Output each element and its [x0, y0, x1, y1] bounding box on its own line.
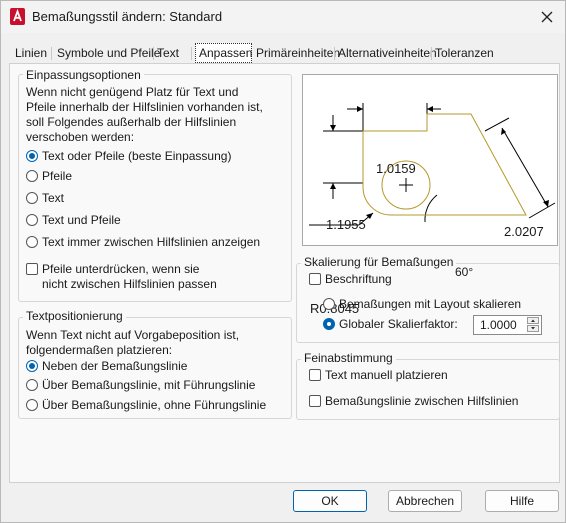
preview-dim-right: 2.0207 [504, 224, 544, 239]
radio-arrows-label: Pfeile [42, 169, 73, 183]
dimension-preview: 1.0159 1.1955 2.0207 60° R0.8045 [302, 74, 558, 316]
radio-text-between-lines-label: Text immer zwischen Hilfslinien anzeigen [42, 235, 261, 249]
tab-separator [153, 47, 154, 60]
radio-global-scale[interactable] [323, 318, 335, 330]
tab-separator [334, 47, 335, 60]
radio-arrows[interactable] [26, 170, 38, 182]
radio-text-label: Text [42, 191, 65, 205]
radio-over-with-leader[interactable] [26, 379, 38, 391]
help-button[interactable]: Hilfe [485, 490, 559, 512]
manual-text-label: Text manuell platzieren [325, 368, 448, 382]
text-placement-description-2: folgendermaßen platzieren: [26, 343, 173, 357]
dialog-window: Bemaßungsstil ändern: Standard Linien Sy… [0, 0, 566, 523]
cancel-button[interactable]: Abbrechen [388, 490, 462, 512]
radio-scale-to-layout[interactable] [323, 298, 335, 310]
draw-dim-line-checkbox[interactable] [309, 395, 321, 407]
ok-button[interactable]: OK [293, 490, 367, 512]
radio-text-and-arrows[interactable] [26, 214, 38, 226]
fit-options-description-3: soll Folgendes außerhalb der Hilfslinien [26, 115, 237, 129]
spin-up-button[interactable] [527, 317, 539, 324]
close-icon[interactable] [538, 8, 556, 26]
preview-dim-top: 1.0159 [376, 161, 416, 176]
tab-text[interactable]: Text [157, 44, 187, 63]
radio-beside-line-label: Neben der Bemaßungslinie [42, 359, 188, 373]
tab-content-panel: Einpassungsoptionen Wenn nicht genügend … [9, 63, 560, 483]
radio-over-with-leader-label: Über Bemaßungslinie, mit Führungslinie [42, 378, 256, 392]
global-scale-value: 1.0000 [480, 318, 517, 332]
fine-tuning-legend: Feinabstimmung [301, 351, 396, 365]
tab-linien[interactable]: Linien [15, 44, 51, 63]
suppress-arrows-checkbox[interactable] [26, 263, 38, 275]
radio-beside-line[interactable] [26, 360, 38, 372]
chevron-down-icon [531, 327, 535, 330]
radio-best-fit-label: Text oder Pfeile (beste Einpassung) [42, 149, 232, 163]
tab-primaereinheiten[interactable]: Primäreinheiten [256, 44, 340, 63]
window-title: Bemaßungsstil ändern: Standard [32, 9, 223, 24]
draw-dim-line-label: Bemaßungslinie zwischen Hilfslinien [325, 394, 519, 408]
tab-separator [51, 47, 52, 60]
tab-anpassen[interactable]: Anpassen [195, 43, 252, 63]
fit-options-description-1: Wenn nicht genügend Platz für Text und [26, 85, 239, 99]
tab-separator [191, 47, 192, 60]
radio-text-between-lines[interactable] [26, 236, 38, 248]
annotative-label: Beschriftung [325, 272, 392, 286]
scale-legend: Skalierung für Bemaßungen [301, 255, 457, 269]
radio-best-fit[interactable] [26, 150, 38, 162]
chevron-up-icon [531, 319, 535, 322]
text-placement-description-1: Wenn Text nicht auf Vorgabeposition ist, [26, 328, 240, 342]
tab-symbole[interactable]: Symbole und Pfeile [57, 44, 160, 63]
autocad-app-icon [10, 8, 25, 25]
tab-toleranzen[interactable]: Toleranzen [435, 44, 495, 63]
global-scale-input[interactable]: 1.0000 [473, 315, 542, 335]
manual-text-checkbox[interactable] [309, 369, 321, 381]
tab-separator [431, 47, 432, 60]
suppress-arrows-label-2: nicht zwischen Hilfslinien passen [42, 277, 217, 291]
fit-options-description-2: Pfeile innerhalb der Hilfslinien vorhand… [26, 100, 263, 114]
text-placement-legend: Textpositionierung [23, 309, 126, 323]
annotative-checkbox[interactable] [309, 273, 321, 285]
radio-text-and-arrows-label: Text und Pfeile [42, 213, 121, 227]
radio-scale-to-layout-label: Bemaßungen mit Layout skalieren [339, 297, 522, 311]
fit-options-description-4: verschoben werden: [26, 130, 135, 144]
radio-global-scale-label: Globaler Skalierfaktor: [339, 317, 458, 331]
tab-alternativeinheiten[interactable]: Alternativeinheiten [338, 44, 437, 63]
title-bar: Bemaßungsstil ändern: Standard [1, 1, 565, 33]
suppress-arrows-label-1: Pfeile unterdrücken, wenn sie [42, 262, 200, 276]
radio-over-without-leader-label: Über Bemaßungslinie, ohne Führungslinie [42, 398, 267, 412]
spin-down-button[interactable] [527, 325, 539, 332]
preview-dim-left: 1.1955 [326, 217, 366, 232]
radio-over-without-leader[interactable] [26, 399, 38, 411]
fit-options-legend: Einpassungsoptionen [23, 68, 144, 82]
radio-text[interactable] [26, 192, 38, 204]
